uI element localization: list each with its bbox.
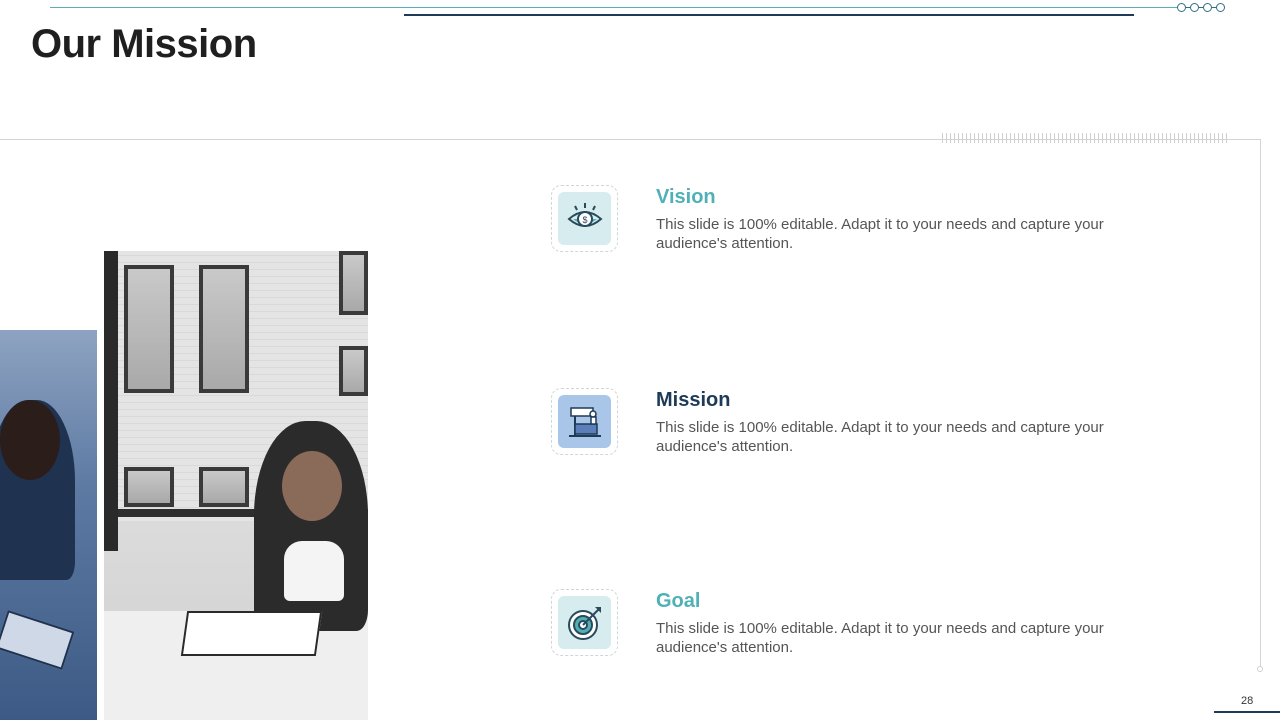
item-vision: $ Vision This slide is 100% editable. Ad… <box>551 185 1141 265</box>
page-number-underline <box>1214 711 1280 713</box>
item-mission: Mission This slide is 100% editable. Ada… <box>551 388 1141 468</box>
frame-end-dot <box>1257 666 1263 672</box>
page-number: 28 <box>1241 695 1254 707</box>
icon-frame <box>551 589 618 656</box>
target-icon <box>567 606 601 640</box>
slide-title: Our Mission <box>31 22 257 66</box>
content-frame-right <box>1260 139 1261 669</box>
photo-main <box>104 251 368 720</box>
hatch-decoration <box>942 133 1230 143</box>
desk-icon <box>568 406 601 437</box>
item-goal: Goal This slide is 100% editable. Adapt … <box>551 589 1141 669</box>
item-title: Vision <box>656 186 716 208</box>
eye-icon: $ <box>566 202 603 227</box>
top-accent-line-dark <box>404 14 1134 16</box>
item-text: This slide is 100% editable. Adapt it to… <box>656 216 1104 252</box>
icon-frame: $ <box>551 185 618 252</box>
svg-text:$: $ <box>582 215 587 225</box>
item-text: This slide is 100% editable. Adapt it to… <box>656 419 1104 455</box>
photo-left-panel <box>0 330 97 720</box>
item-text: This slide is 100% editable. Adapt it to… <box>656 620 1104 656</box>
item-title: Mission <box>656 389 731 411</box>
item-title: Goal <box>656 590 701 612</box>
icon-frame <box>551 388 618 455</box>
top-dots-decoration <box>1177 3 1225 12</box>
top-accent-line <box>50 7 1180 8</box>
